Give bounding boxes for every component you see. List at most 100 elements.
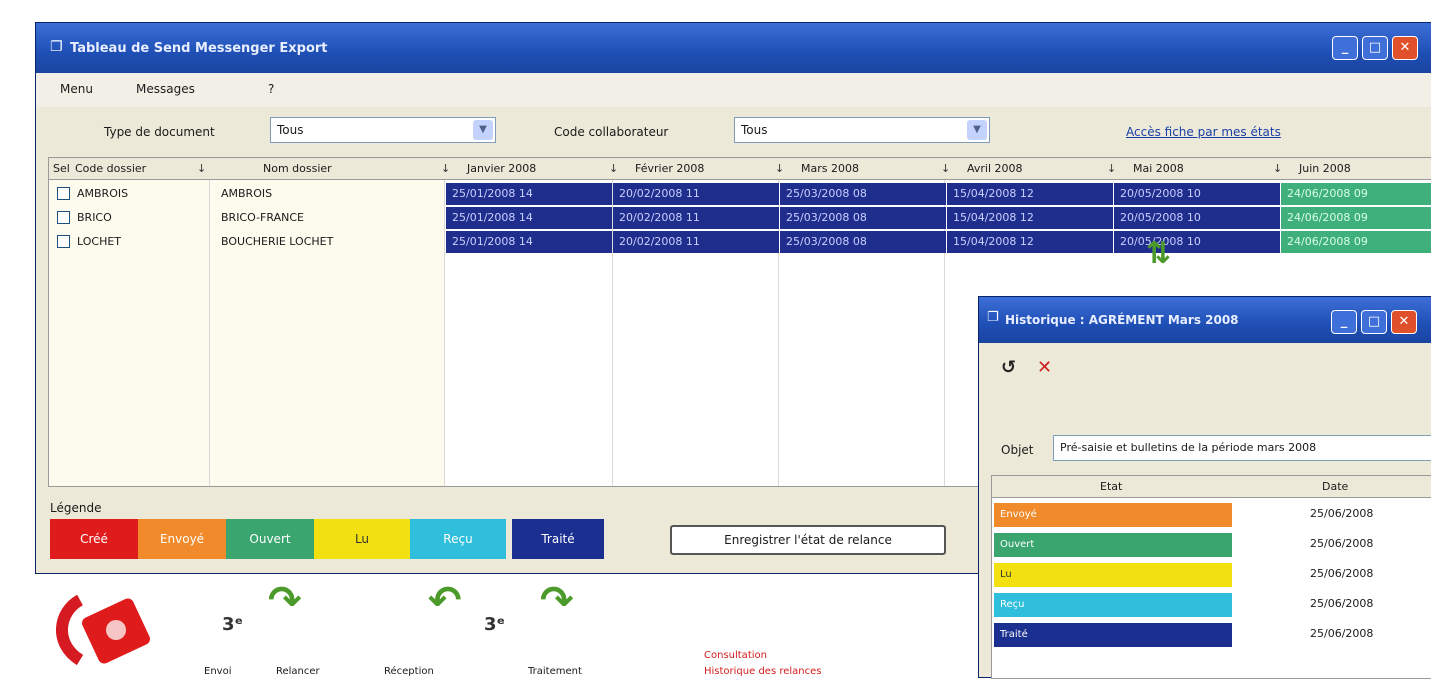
table-row[interactable]: LOCHET BOUCHERIE LOCHET 25/01/2008 14 20…	[49, 230, 1431, 254]
step-label-consultation: Consultation	[704, 650, 767, 661]
state-cell: Lu	[994, 563, 1232, 587]
legend-item-received: Reçu	[410, 519, 506, 559]
month-cell[interactable]: 25/01/2008 14	[446, 207, 612, 229]
step-marker-icon: 3ᵉ	[484, 614, 506, 635]
close-button[interactable]: ✕	[1391, 310, 1417, 334]
history-grid: Etat Date Envoyé 25/06/2008 Ouvert 25/06…	[991, 475, 1431, 679]
month-cell[interactable]: 24/06/2008 09	[1281, 231, 1431, 253]
month-cell[interactable]: 25/03/2008 08	[780, 231, 946, 253]
sort-icon[interactable]: ↓	[197, 162, 206, 175]
row-checkbox[interactable]	[57, 211, 70, 224]
history-row[interactable]: Traité 25/06/2008	[992, 620, 1431, 650]
month-cell[interactable]: 20/05/2008 10	[1114, 183, 1280, 205]
menu-menu[interactable]: Menu	[60, 82, 93, 96]
collaborator-code-select[interactable]: Tous ▼	[734, 117, 990, 143]
month-cell[interactable]: 20/02/2008 11	[613, 207, 779, 229]
filter-bar: Type de document Tous ▼ Code collaborate…	[36, 107, 1431, 157]
month-cell[interactable]: 20/05/2008 10	[1114, 231, 1280, 253]
row-checkbox[interactable]	[57, 235, 70, 248]
month-cell[interactable]: 20/02/2008 11	[613, 183, 779, 205]
history-row[interactable]: Lu 25/06/2008	[992, 560, 1431, 590]
sort-icon[interactable]: ↓	[941, 162, 950, 175]
header-month-4[interactable]: Avril 2008	[967, 162, 1023, 175]
maximize-button[interactable]: □	[1361, 310, 1387, 334]
history-row[interactable]: Envoyé 25/06/2008	[992, 500, 1431, 530]
month-cell[interactable]: 20/02/2008 11	[613, 231, 779, 253]
minimize-button[interactable]: _	[1332, 36, 1358, 60]
header-month-6[interactable]: Juin 2008	[1299, 162, 1351, 175]
history-toolbar: ↺ ✕	[979, 343, 1431, 391]
header-state[interactable]: Etat	[1100, 480, 1122, 493]
month-cell[interactable]: 15/04/2008 12	[947, 183, 1113, 205]
row-name: BRICO-FRANCE	[221, 211, 304, 224]
state-cell: Envoyé	[994, 503, 1232, 527]
save-state-button[interactable]: Enregistrer l'état de relance	[670, 525, 946, 555]
messenger-logo	[56, 594, 150, 666]
step-label-remind: Relancer	[276, 666, 320, 677]
connector-arrow-icon: ⇅	[1146, 236, 1172, 271]
access-link[interactable]: Accès fiche par mes états	[1126, 125, 1281, 139]
state-cell: Reçu	[994, 593, 1232, 617]
history-grid-header: Etat Date	[992, 476, 1431, 498]
sort-icon[interactable]: ↓	[1107, 162, 1116, 175]
month-cell[interactable]: 25/01/2008 14	[446, 183, 612, 205]
step-marker-icon: 3ᵉ	[222, 614, 244, 635]
legend-item-processed: Traité	[512, 519, 604, 559]
header-date[interactable]: Date	[1322, 480, 1348, 493]
row-name: BOUCHERIE LOCHET	[221, 235, 334, 248]
step-label-reception: Réception	[384, 666, 434, 677]
document-type-select[interactable]: Tous ▼	[270, 117, 496, 143]
window-title: Tableau de Send Messenger Export	[70, 41, 328, 56]
sort-icon[interactable]: ↓	[1273, 162, 1282, 175]
table-row[interactable]: BRICO BRICO-FRANCE 25/01/2008 14 20/02/2…	[49, 206, 1431, 230]
step-label-send: Envoi	[204, 666, 232, 677]
refresh-icon[interactable]: ↺	[1001, 357, 1016, 378]
state-cell: Ouvert	[994, 533, 1232, 557]
header-name[interactable]: Nom dossier	[263, 162, 332, 175]
date-cell: 25/06/2008	[1310, 567, 1374, 580]
maximize-button[interactable]: □	[1362, 36, 1388, 60]
month-cell[interactable]: 20/05/2008 10	[1114, 207, 1280, 229]
header-code[interactable]: Code dossier	[75, 162, 146, 175]
header-month-2[interactable]: Février 2008	[635, 162, 704, 175]
month-cell[interactable]: 15/04/2008 12	[947, 231, 1113, 253]
row-checkbox[interactable]	[57, 187, 70, 200]
chevron-down-icon[interactable]: ▼	[473, 120, 493, 140]
legend-item-read: Lu	[314, 519, 410, 559]
sort-icon[interactable]: ↓	[609, 162, 618, 175]
history-title-bar[interactable]: ❐ Historique : AGRÉMENT Mars 2008 _ □ ✕	[979, 297, 1431, 343]
header-sel[interactable]: Sel	[53, 162, 70, 175]
month-cell[interactable]: 25/03/2008 08	[780, 183, 946, 205]
row-code: LOCHET	[77, 235, 122, 248]
table-row[interactable]: AMBROIS AMBROIS 25/01/2008 14 20/02/2008…	[49, 182, 1431, 206]
month-cell[interactable]: 25/03/2008 08	[780, 207, 946, 229]
header-month-1[interactable]: Janvier 2008	[467, 162, 536, 175]
menu-bar: Menu Messages ?	[36, 73, 1431, 107]
sort-icon[interactable]: ↓	[775, 162, 784, 175]
sort-icon[interactable]: ↓	[441, 162, 450, 175]
menu-help[interactable]: ?	[268, 82, 274, 96]
chevron-down-icon[interactable]: ▼	[967, 120, 987, 140]
header-month-3[interactable]: Mars 2008	[801, 162, 859, 175]
legend-item-opened: Ouvert	[226, 519, 314, 559]
title-bar[interactable]: ❐ Tableau de Send Messenger Export _ □ ✕	[36, 23, 1431, 73]
month-cell[interactable]: 24/06/2008 09	[1281, 207, 1431, 229]
month-cell[interactable]: 24/06/2008 09	[1281, 183, 1431, 205]
app-icon: ❐	[987, 310, 999, 325]
subject-field[interactable]: Pré-saisie et bulletins de la période ma…	[1053, 435, 1431, 461]
app-icon: ❐	[50, 39, 63, 55]
history-note: Historique des relances	[704, 666, 822, 677]
month-cell[interactable]: 15/04/2008 12	[947, 207, 1113, 229]
history-row[interactable]: Reçu 25/06/2008	[992, 590, 1431, 620]
delete-icon[interactable]: ✕	[1037, 357, 1052, 378]
menu-messages[interactable]: Messages	[136, 82, 195, 96]
month-cell[interactable]: 25/01/2008 14	[446, 231, 612, 253]
step-label-processing: Traitement	[528, 666, 582, 677]
minimize-button[interactable]: _	[1331, 310, 1357, 334]
header-month-5[interactable]: Mai 2008	[1133, 162, 1184, 175]
close-button[interactable]: ✕	[1392, 36, 1418, 60]
document-type-label: Type de document	[104, 125, 215, 139]
date-cell: 25/06/2008	[1310, 507, 1374, 520]
history-window-title: Historique : AGRÉMENT Mars 2008	[1005, 313, 1239, 327]
history-row[interactable]: Ouvert 25/06/2008	[992, 530, 1431, 560]
